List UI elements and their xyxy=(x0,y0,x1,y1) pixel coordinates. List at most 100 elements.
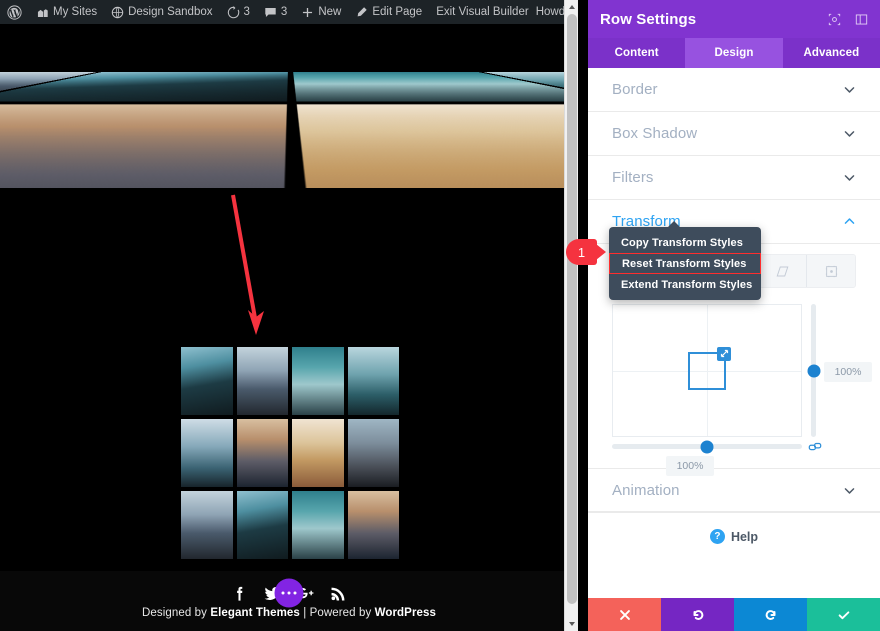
section-toggle-border[interactable]: Border xyxy=(588,68,880,112)
plus-icon xyxy=(301,6,314,19)
facebook-icon[interactable] xyxy=(230,584,249,603)
footer-credit: Designed by Elegant Themes | Powered by … xyxy=(142,607,436,619)
scrollbar-up-arrow[interactable] xyxy=(565,0,578,14)
context-menu-pointer xyxy=(667,221,681,228)
adminbar-label: Edit Page xyxy=(372,0,422,24)
site-footer: Designed by Elegant Themes | Powered by … xyxy=(0,571,578,631)
undo-button[interactable] xyxy=(661,598,734,631)
site-icon xyxy=(111,6,124,19)
adminbar-item-edit-page[interactable]: Edit Page xyxy=(348,0,429,24)
transform-canvas[interactable] xyxy=(612,304,802,437)
gallery-photo xyxy=(181,347,233,415)
help-label: Help xyxy=(731,530,758,544)
save-button[interactable] xyxy=(807,598,880,631)
gallery-photo xyxy=(181,491,233,559)
expand-arrows-icon xyxy=(720,349,729,358)
gallery-photo xyxy=(292,419,344,487)
adminbar-label: Design Sandbox xyxy=(128,0,212,24)
slider-knob[interactable] xyxy=(807,364,820,377)
tab-advanced[interactable]: Advanced xyxy=(783,38,880,68)
panel-title: Row Settings xyxy=(600,11,696,28)
chevron-down-icon xyxy=(843,484,856,497)
adminbar-label: My Sites xyxy=(53,0,97,24)
credit-platform[interactable]: WordPress xyxy=(375,607,436,619)
gallery-photo xyxy=(237,491,289,559)
menu-item-extend-transform-styles[interactable]: Extend Transform Styles xyxy=(609,274,761,295)
adminbar-item-comments[interactable]: 3 xyxy=(257,0,294,24)
scrollbar-thumb[interactable] xyxy=(567,14,577,604)
credit-middle: | Powered by xyxy=(300,607,375,619)
discard-button[interactable] xyxy=(588,598,661,631)
section-toggle-box-shadow[interactable]: Box Shadow xyxy=(588,112,880,156)
gallery-photo xyxy=(0,104,286,188)
wordpress-logo-button[interactable] xyxy=(0,0,29,24)
section-label: Border xyxy=(612,81,658,98)
wordpress-logo-icon xyxy=(7,5,22,20)
scale-horizontal-slider[interactable] xyxy=(612,444,802,449)
section-toggle-animation[interactable]: Animation xyxy=(588,468,880,512)
gallery-photo xyxy=(348,347,400,415)
chevron-down-icon xyxy=(843,171,856,184)
social-links xyxy=(230,584,348,603)
gallery-flat-grid xyxy=(181,347,399,559)
screenshot-root: My Sites Design Sandbox 3 3 New Edit Pag… xyxy=(0,0,880,631)
adminbar-item-updates[interactable]: 3 xyxy=(220,0,257,24)
menu-item-copy-transform-styles[interactable]: Copy Transform Styles xyxy=(609,232,761,253)
credit-brand[interactable]: Elegant Themes xyxy=(210,607,300,619)
my-sites-icon xyxy=(36,6,49,19)
link-axes-icon[interactable] xyxy=(808,440,822,454)
gallery-photo xyxy=(348,491,400,559)
scale-vertical-value[interactable]: 100% xyxy=(824,362,872,382)
section-label: Filters xyxy=(612,169,654,186)
slider-knob[interactable] xyxy=(701,440,714,453)
target-locate-icon[interactable] xyxy=(828,13,841,26)
gallery-3d-grid xyxy=(0,24,578,72)
panel-header-icons xyxy=(828,13,868,26)
close-icon xyxy=(618,608,632,622)
social-more-bubble[interactable] xyxy=(275,579,304,608)
adminbar-item-site-name[interactable]: Design Sandbox xyxy=(104,0,219,24)
step-badge-number: 1 xyxy=(566,239,597,265)
gallery-3d-transformed xyxy=(0,24,578,188)
help-row[interactable]: ? Help xyxy=(588,512,880,560)
scale-vertical-slider[interactable] xyxy=(811,304,816,437)
panel-tabs: Content Design Advanced xyxy=(588,38,880,68)
credit-prefix: Designed by xyxy=(142,607,210,619)
page-scrollbar[interactable] xyxy=(564,0,578,631)
check-icon xyxy=(837,608,851,622)
menu-item-reset-transform-styles[interactable]: Reset Transform Styles xyxy=(609,253,761,274)
section-toggle-filters[interactable]: Filters xyxy=(588,156,880,200)
site-preview: My Sites Design Sandbox 3 3 New Edit Pag… xyxy=(0,0,578,631)
adminbar-item-exit-visual-builder[interactable]: Exit Visual Builder xyxy=(429,0,535,24)
question-icon: ? xyxy=(710,529,725,544)
updates-icon xyxy=(227,6,240,19)
step-badge-1: 1 xyxy=(566,239,606,265)
transform-origin-tab[interactable] xyxy=(807,255,855,287)
gallery-photo xyxy=(296,104,578,188)
chevron-up-icon xyxy=(843,215,856,228)
link-chain-icon xyxy=(808,440,822,454)
panel-action-bar xyxy=(588,598,880,631)
rss-icon[interactable] xyxy=(329,584,348,603)
layout-toggle-icon[interactable] xyxy=(855,13,868,26)
transform-preview-box[interactable] xyxy=(688,352,726,390)
chevron-down-icon xyxy=(843,127,856,140)
tab-content[interactable]: Content xyxy=(588,38,685,68)
pencil-icon xyxy=(355,6,368,19)
redo-button[interactable] xyxy=(734,598,807,631)
transform-skew-icon xyxy=(775,264,790,279)
adminbar-label: New xyxy=(318,0,341,24)
gallery-photo xyxy=(181,419,233,487)
adminbar-item-my-sites[interactable]: My Sites xyxy=(29,0,104,24)
scrollbar-down-arrow[interactable] xyxy=(565,617,578,631)
redo-icon xyxy=(764,608,778,622)
wp-admin-bar: My Sites Design Sandbox 3 3 New Edit Pag… xyxy=(0,0,578,24)
panel-body: Border Box Shadow Filters Transform xyxy=(588,68,880,598)
tab-design[interactable]: Design xyxy=(685,38,782,68)
panel-header: Row Settings xyxy=(588,0,880,38)
resize-handle[interactable] xyxy=(717,347,731,361)
transform-skew-tab[interactable] xyxy=(759,255,808,287)
scale-horizontal-value[interactable]: 100% xyxy=(666,456,714,476)
adminbar-item-new[interactable]: New xyxy=(294,0,348,24)
transform-scale-canvas-area: 100% 100% xyxy=(612,304,856,454)
